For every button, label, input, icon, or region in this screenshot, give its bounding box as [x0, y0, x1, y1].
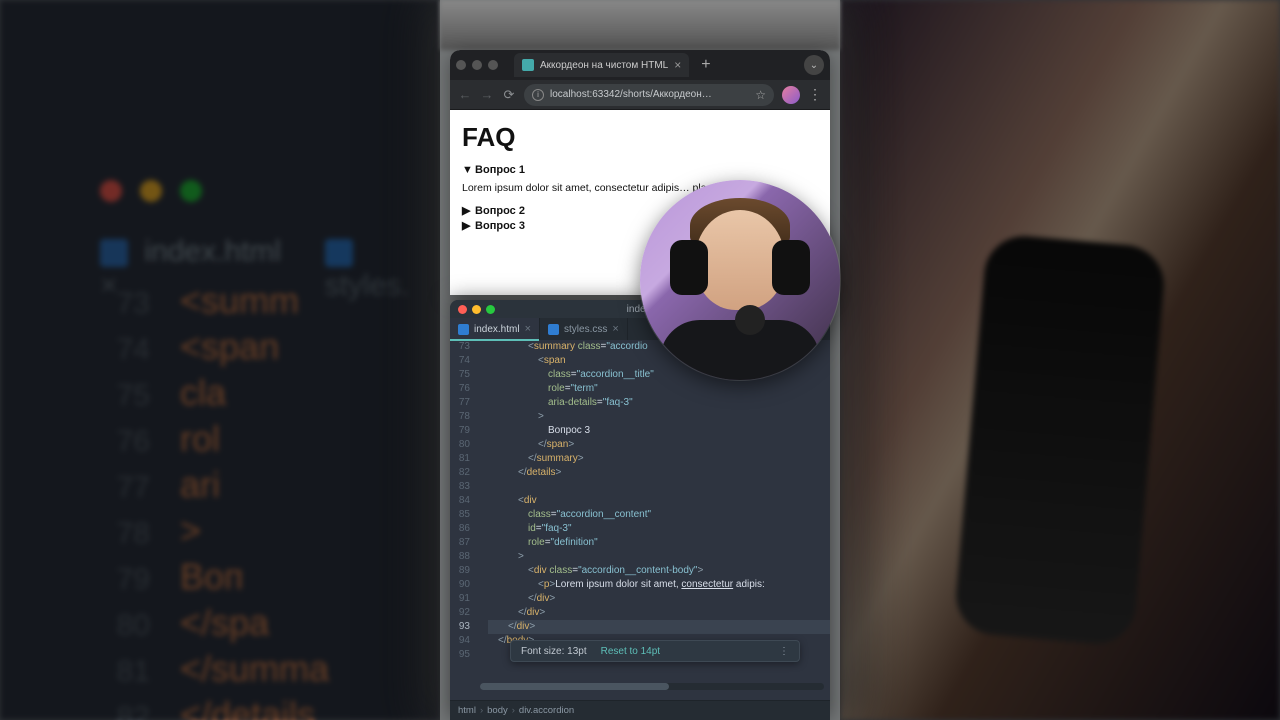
code-editor[interactable]: 73<summary class="accordio74<span75class… [450, 340, 830, 680]
browser-tab[interactable]: Аккордеон на чистом HTML × [514, 53, 689, 77]
file-icon [458, 324, 469, 335]
url-text: localhost:63342/shorts/Аккордеон… [550, 89, 712, 100]
background-right-camera [840, 0, 1280, 720]
ide-tab[interactable]: index.html× [450, 318, 540, 340]
browser-tab-strip: Аккордеон на чистом HTML × + ⌄ [450, 50, 830, 80]
browser-traffic-lights[interactable] [456, 60, 498, 70]
stage: index.html × styles. 73<summ74 <span75 c… [0, 0, 1280, 720]
favicon-icon [522, 59, 534, 71]
reset-font-button[interactable]: Reset to 14pt [601, 646, 660, 657]
profile-avatar[interactable] [782, 86, 800, 104]
close-icon[interactable]: × [612, 323, 618, 335]
browser-toolbar: ← → ⟳ i localhost:63342/shorts/Аккордеон… [450, 80, 830, 110]
window-traffic-lights [100, 180, 202, 202]
scrollbar-thumb[interactable] [480, 683, 669, 690]
reload-button[interactable]: ⟳ [502, 88, 516, 102]
bg-tab-index: index.html × [100, 235, 285, 303]
tab-close-icon[interactable]: × [674, 58, 681, 72]
bg-tab-styles: styles. [325, 235, 440, 303]
html-file-icon [100, 239, 128, 267]
address-bar[interactable]: i localhost:63342/shorts/Аккордеон… ☆ [524, 84, 774, 106]
ide-tab[interactable]: styles.css× [540, 318, 628, 340]
faq-item[interactable]: ▼ Вопрос 1 [462, 163, 818, 177]
browser-tab-title: Аккордеон на чистом HTML [540, 60, 668, 71]
new-tab-button[interactable]: + [695, 56, 716, 74]
tooltip-menu-icon[interactable]: ⋮ [779, 646, 789, 657]
site-info-icon[interactable]: i [532, 89, 544, 101]
presenter-webcam [640, 180, 840, 380]
css-file-icon [325, 239, 353, 267]
top-blur-strip [440, 0, 840, 50]
horizontal-scrollbar[interactable] [480, 683, 824, 690]
breadcrumb-item[interactable]: html [458, 705, 476, 716]
breadcrumb-item[interactable]: body [487, 705, 508, 716]
close-icon[interactable]: × [525, 323, 531, 335]
breadcrumb-item[interactable]: div.accordion [519, 705, 574, 716]
forward-button[interactable]: → [480, 88, 494, 102]
tab-list-button[interactable]: ⌄ [804, 55, 824, 75]
browser-menu-button[interactable]: ⋮ [808, 86, 822, 103]
file-icon [548, 324, 559, 335]
breadcrumb[interactable]: html›body›div.accordion [450, 700, 830, 720]
back-button[interactable]: ← [458, 88, 472, 102]
page-heading: FAQ [462, 122, 818, 153]
bookmark-icon[interactable]: ☆ [755, 88, 766, 102]
font-size-label: Font size: 13pt [521, 646, 587, 657]
background-left-editor: index.html × styles. 73<summ74 <span75 c… [0, 0, 440, 720]
font-size-tooltip: Font size: 13pt Reset to 14pt ⋮ [510, 640, 800, 662]
